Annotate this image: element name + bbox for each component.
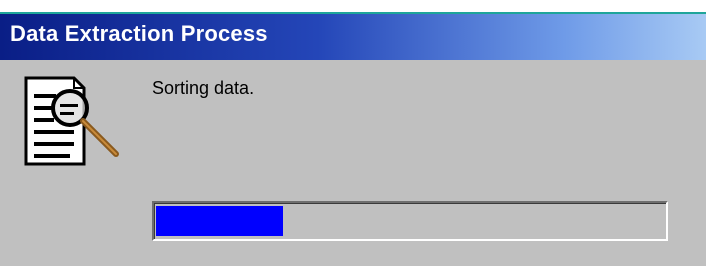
title-bar[interactable]: Data Extraction Process [0,14,706,60]
status-message: Sorting data. [152,78,255,98]
progress-bar [152,201,668,241]
top-margin [0,0,706,12]
document-magnifier-svg [24,76,119,166]
window-title: Data Extraction Process [10,21,268,46]
document-magnifier-icon [22,76,122,168]
progress-dialog: Data Extraction Process Sorting data. [0,0,706,266]
progress-fill [156,206,283,236]
